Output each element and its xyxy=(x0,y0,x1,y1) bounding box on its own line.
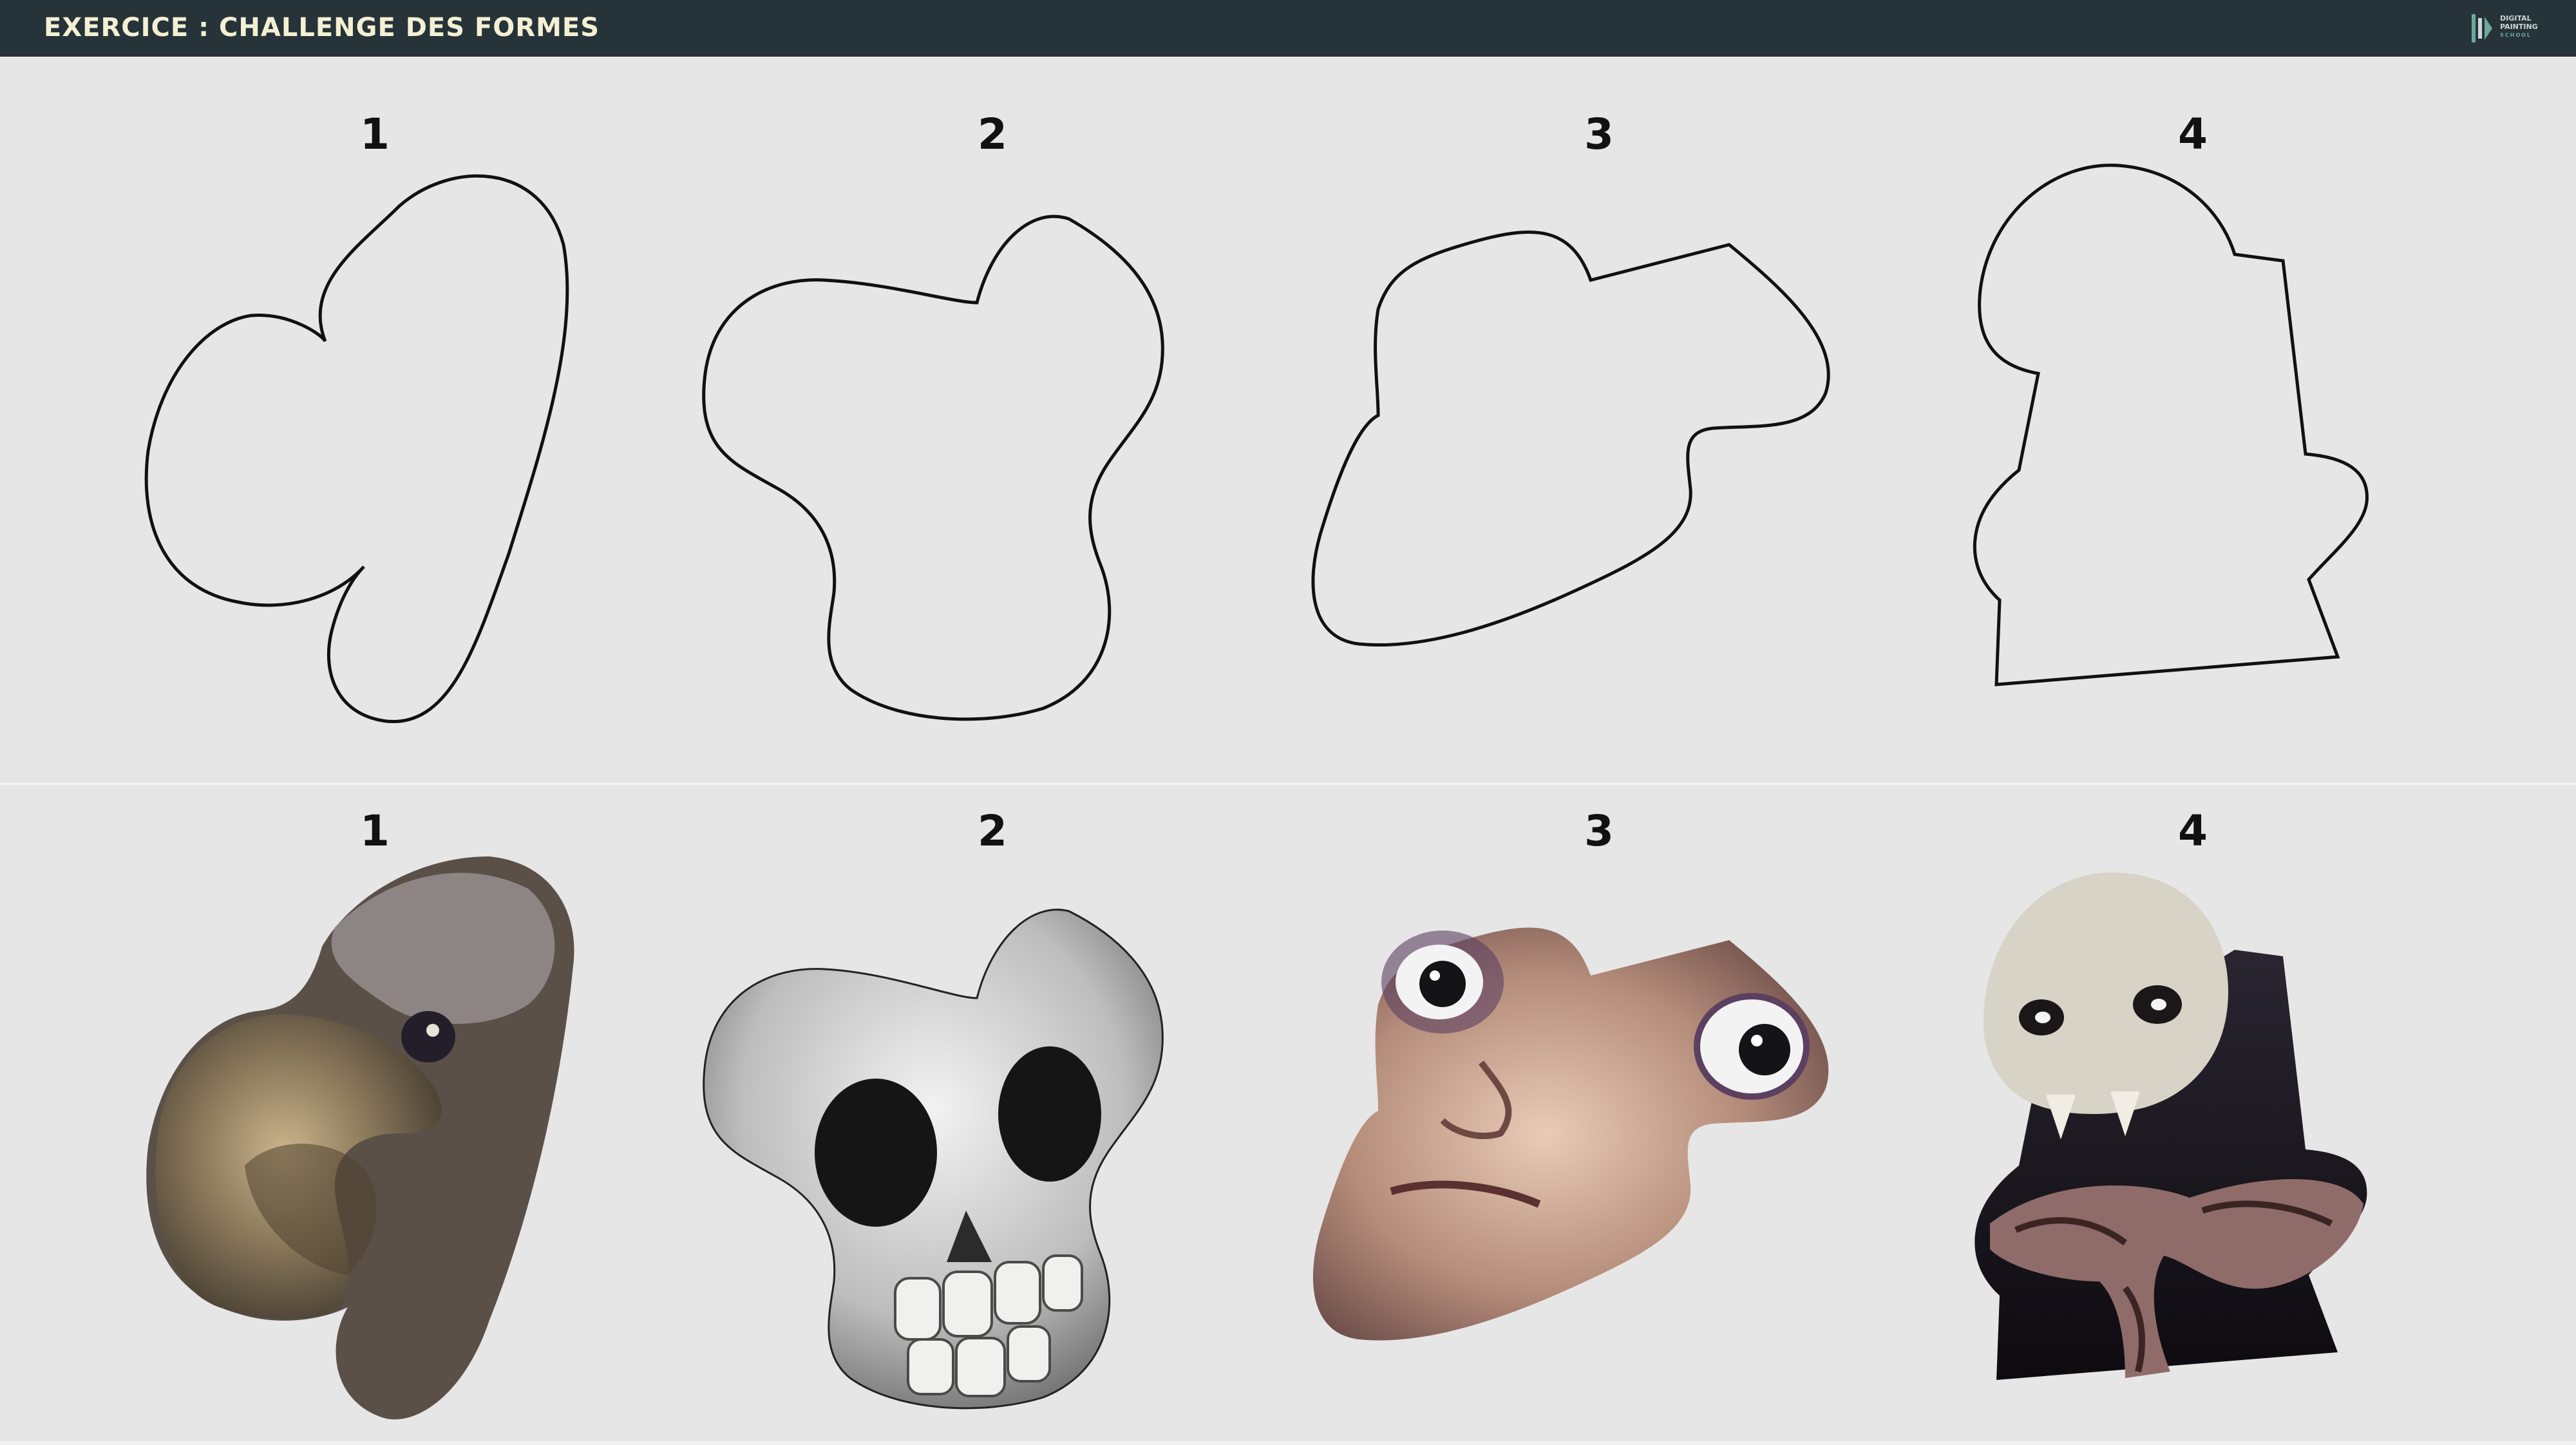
shapes-canvas xyxy=(144,164,2369,1420)
outline-shape-2 xyxy=(702,214,1164,721)
outline-shape-4 xyxy=(1973,164,2369,686)
vulture-painting xyxy=(146,856,574,1420)
skull-painting xyxy=(703,909,1164,1410)
face-painting xyxy=(1312,927,1829,1341)
skull-creature-painting xyxy=(1975,872,2367,1380)
outline-shape-3 xyxy=(1311,231,1830,647)
outline-shape-1 xyxy=(144,174,569,723)
